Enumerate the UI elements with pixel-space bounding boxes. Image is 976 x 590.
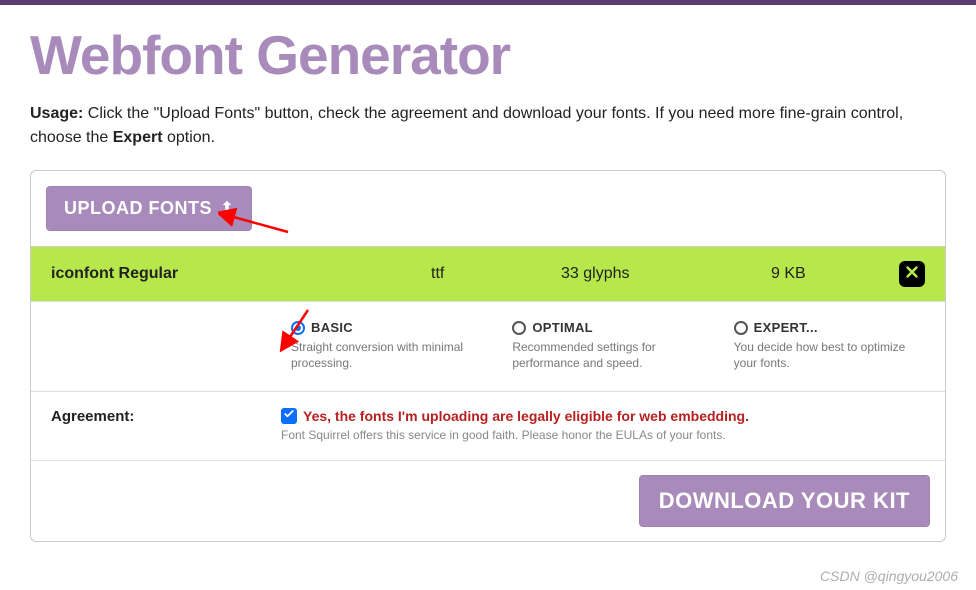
option-expert-label: EXPERT...: [754, 320, 818, 335]
option-basic-label: BASIC: [311, 320, 353, 335]
upload-row: UPLOAD FONTS: [31, 171, 945, 246]
upload-icon: [220, 199, 234, 218]
radio-basic[interactable]: [291, 321, 305, 335]
usage-prefix: Usage:: [30, 105, 83, 122]
option-expert-desc: You decide how best to optimize your fon…: [734, 339, 925, 371]
option-expert[interactable]: EXPERT... You decide how best to optimiz…: [734, 320, 925, 371]
close-icon: [905, 265, 919, 284]
agreement-label: Agreement:: [51, 408, 281, 442]
font-row: iconfont Regular ttf 33 glyphs 9 KB: [31, 246, 945, 301]
check-icon: [283, 407, 295, 425]
download-kit-label: DOWNLOAD YOUR KIT: [659, 488, 910, 514]
main-panel: UPLOAD FONTS iconfont Regular ttf 33 gly…: [30, 170, 946, 542]
delete-font-button[interactable]: [899, 261, 925, 287]
option-optimal[interactable]: OPTIMAL Recommended settings for perform…: [512, 320, 703, 371]
options-spacer: [51, 320, 261, 371]
agreement-checkbox[interactable]: [281, 408, 297, 424]
font-name: iconfont Regular: [51, 265, 431, 283]
agreement-note: Font Squirrel offers this service in goo…: [281, 428, 925, 442]
radio-optimal[interactable]: [512, 321, 526, 335]
option-basic[interactable]: BASIC Straight conversion with minimal p…: [291, 320, 482, 371]
font-size: 9 KB: [771, 265, 899, 283]
option-basic-desc: Straight conversion with minimal process…: [291, 339, 482, 371]
upload-fonts-button[interactable]: UPLOAD FONTS: [46, 186, 252, 231]
agreement-text: Yes, the fonts I'm uploading are legally…: [303, 408, 749, 424]
download-row: DOWNLOAD YOUR KIT: [31, 460, 945, 541]
page-title: Webfont Generator: [30, 23, 946, 87]
option-optimal-label: OPTIMAL: [532, 320, 593, 335]
usage-suffix: option.: [163, 129, 215, 146]
mode-options-row: BASIC Straight conversion with minimal p…: [31, 301, 945, 391]
usage-text: Usage: Click the "Upload Fonts" button, …: [30, 102, 946, 150]
font-glyphs: 33 glyphs: [561, 265, 771, 283]
radio-expert[interactable]: [734, 321, 748, 335]
upload-fonts-label: UPLOAD FONTS: [64, 198, 212, 219]
option-optimal-desc: Recommended settings for performance and…: [512, 339, 703, 371]
usage-expert: Expert: [113, 129, 163, 146]
agreement-row: Agreement: Yes, the fonts I'm uploading …: [31, 391, 945, 460]
download-kit-button[interactable]: DOWNLOAD YOUR KIT: [639, 475, 930, 527]
watermark: CSDN @qingyou2006: [820, 568, 958, 584]
font-type: ttf: [431, 265, 561, 283]
